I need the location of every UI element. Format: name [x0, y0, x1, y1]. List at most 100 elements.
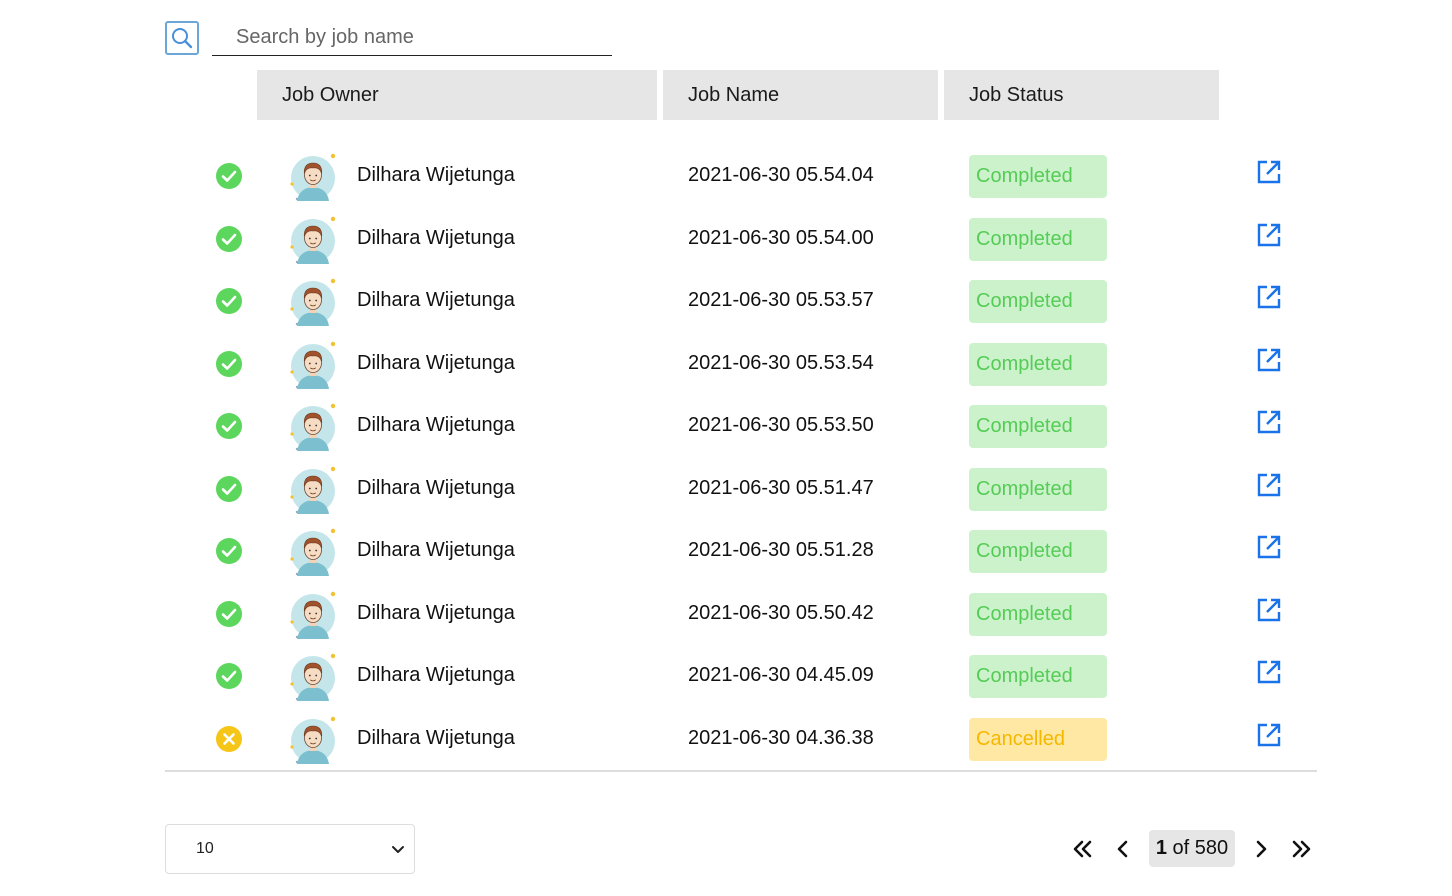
job-name: 2021-06-30 05.50.42 — [688, 601, 874, 624]
table-header: Job Owner Job Name Job Status — [0, 70, 1452, 120]
column-header-job-owner[interactable]: Job Owner — [257, 70, 657, 120]
search-input[interactable] — [212, 20, 612, 56]
job-name: 2021-06-30 05.54.00 — [688, 226, 874, 249]
current-page: 1 — [1155, 837, 1167, 859]
table-row[interactable]: Dilhara Wijetunga 2021-06-30 05.54.04 Comp… — [0, 145, 1452, 208]
chevron-right-icon — [1256, 840, 1267, 858]
open-external-icon — [1256, 410, 1282, 439]
job-owner-name: Dilhara Wijetunga — [357, 414, 515, 436]
open-external-icon — [1256, 285, 1282, 314]
check-circle-icon — [216, 538, 242, 564]
column-header-job-name[interactable]: Job Name — [663, 70, 938, 120]
job-owner-name: Dilhara Wijetunga — [357, 164, 515, 186]
page-size-value: 10 — [196, 840, 214, 857]
job-owner-name: Dilhara Wijetunga — [357, 601, 515, 624]
status-badge: Completed — [969, 530, 1107, 573]
job-owner-name: Dilhara Wijetunga — [357, 664, 515, 686]
check-circle-icon — [216, 663, 242, 689]
check-circle-icon — [216, 475, 242, 502]
open-job-button[interactable] — [1256, 409, 1282, 435]
status-badge: Completed — [969, 217, 1107, 261]
total-pages: 580 — [1194, 837, 1229, 859]
job-owner-name: Dilhara Wijetunga — [357, 539, 515, 561]
search-icon — [172, 28, 193, 49]
search-bar — [165, 20, 612, 56]
job-owner-name: Dilhara Wijetunga — [357, 226, 515, 249]
job-owner-name: Dilhara Wijetunga — [357, 476, 515, 499]
status-badge: Completed — [969, 342, 1107, 386]
status-badge: Completed — [969, 655, 1107, 698]
open-job-button[interactable] — [1256, 472, 1282, 498]
chevron-down-icon — [392, 846, 404, 853]
check-circle-icon — [216, 288, 242, 314]
open-external-icon — [1256, 160, 1282, 189]
status-badge: Completed — [969, 405, 1107, 448]
open-job-button[interactable] — [1256, 659, 1282, 685]
table-row[interactable]: Dilhara Wijetunga 2021-06-30 04.36.38 Canc… — [0, 708, 1452, 771]
open-external-icon — [1256, 723, 1282, 752]
open-job-button[interactable] — [1256, 534, 1282, 560]
open-job-button[interactable] — [1256, 222, 1282, 248]
job-owner-name: Dilhara Wijetunga — [357, 726, 515, 749]
table-row[interactable]: Dilhara Wijetunga 2021-06-30 04.45.09 Comp… — [0, 645, 1452, 708]
last-page-button[interactable] — [1287, 830, 1317, 868]
check-circle-icon — [216, 600, 242, 627]
open-job-button[interactable] — [1256, 159, 1282, 185]
job-name: 2021-06-30 04.45.09 — [688, 664, 874, 686]
avatar — [287, 276, 339, 328]
open-job-button[interactable] — [1256, 597, 1282, 623]
table-row[interactable]: Dilhara Wijetunga 2021-06-30 05.50.42 Comp… — [0, 583, 1452, 646]
open-job-button[interactable] — [1256, 722, 1282, 748]
chevron-left-icon — [1117, 840, 1128, 858]
double-chevron-left-icon — [1073, 840, 1092, 858]
job-owner-name: Dilhara Wijetunga — [357, 351, 515, 374]
page-indicator: 1 of 580 — [1149, 830, 1235, 867]
open-external-icon — [1256, 223, 1282, 252]
double-chevron-right-icon — [1292, 840, 1311, 858]
table-row[interactable]: Dilhara Wijetunga 2021-06-30 05.51.28 Comp… — [0, 520, 1452, 583]
status-badge: Completed — [969, 467, 1107, 511]
table-body: Dilhara Wijetunga 2021-06-30 05.54.04 Comp… — [0, 145, 1452, 770]
table-row[interactable]: Dilhara Wijetunga 2021-06-30 05.51.47 Comp… — [0, 458, 1452, 521]
avatar — [287, 526, 339, 578]
table-divider — [165, 770, 1317, 772]
check-circle-icon — [216, 350, 242, 377]
open-job-button[interactable] — [1256, 347, 1282, 373]
open-external-icon — [1256, 535, 1282, 564]
status-badge: Completed — [969, 155, 1107, 198]
job-name: 2021-06-30 05.53.57 — [688, 289, 874, 311]
avatar — [287, 464, 339, 516]
column-header-job-status[interactable]: Job Status — [944, 70, 1219, 120]
table-row[interactable]: Dilhara Wijetunga 2021-06-30 05.53.54 Comp… — [0, 333, 1452, 396]
avatar — [287, 589, 339, 641]
avatar — [287, 651, 339, 703]
page-of-label: of — [1172, 837, 1190, 859]
check-circle-icon — [216, 163, 242, 189]
avatar — [287, 714, 339, 766]
open-external-icon — [1256, 598, 1282, 627]
job-name: 2021-06-30 05.53.54 — [688, 351, 874, 374]
status-badge: Cancelled — [969, 717, 1107, 761]
page-size-select[interactable]: 10 — [165, 824, 415, 874]
status-badge: Completed — [969, 280, 1107, 323]
avatar — [287, 214, 339, 266]
table-row[interactable]: Dilhara Wijetunga 2021-06-30 05.53.57 Comp… — [0, 270, 1452, 333]
search-button[interactable] — [165, 21, 199, 55]
status-badge: Completed — [969, 592, 1107, 636]
previous-page-button[interactable] — [1108, 830, 1138, 868]
job-name: 2021-06-30 05.53.50 — [688, 414, 874, 436]
x-circle-icon — [216, 725, 242, 752]
open-external-icon — [1256, 660, 1282, 689]
open-external-icon — [1256, 473, 1282, 502]
next-page-button[interactable] — [1246, 830, 1276, 868]
job-owner-name: Dilhara Wijetunga — [357, 289, 515, 311]
avatar — [287, 401, 339, 453]
job-name: 2021-06-30 04.36.38 — [688, 726, 874, 749]
job-name: 2021-06-30 05.51.47 — [688, 476, 874, 499]
check-circle-icon — [216, 413, 242, 439]
open-external-icon — [1256, 348, 1282, 377]
open-job-button[interactable] — [1256, 284, 1282, 310]
table-row[interactable]: Dilhara Wijetunga 2021-06-30 05.53.50 Comp… — [0, 395, 1452, 458]
first-page-button[interactable] — [1067, 830, 1097, 868]
table-row[interactable]: Dilhara Wijetunga 2021-06-30 05.54.00 Comp… — [0, 208, 1452, 271]
